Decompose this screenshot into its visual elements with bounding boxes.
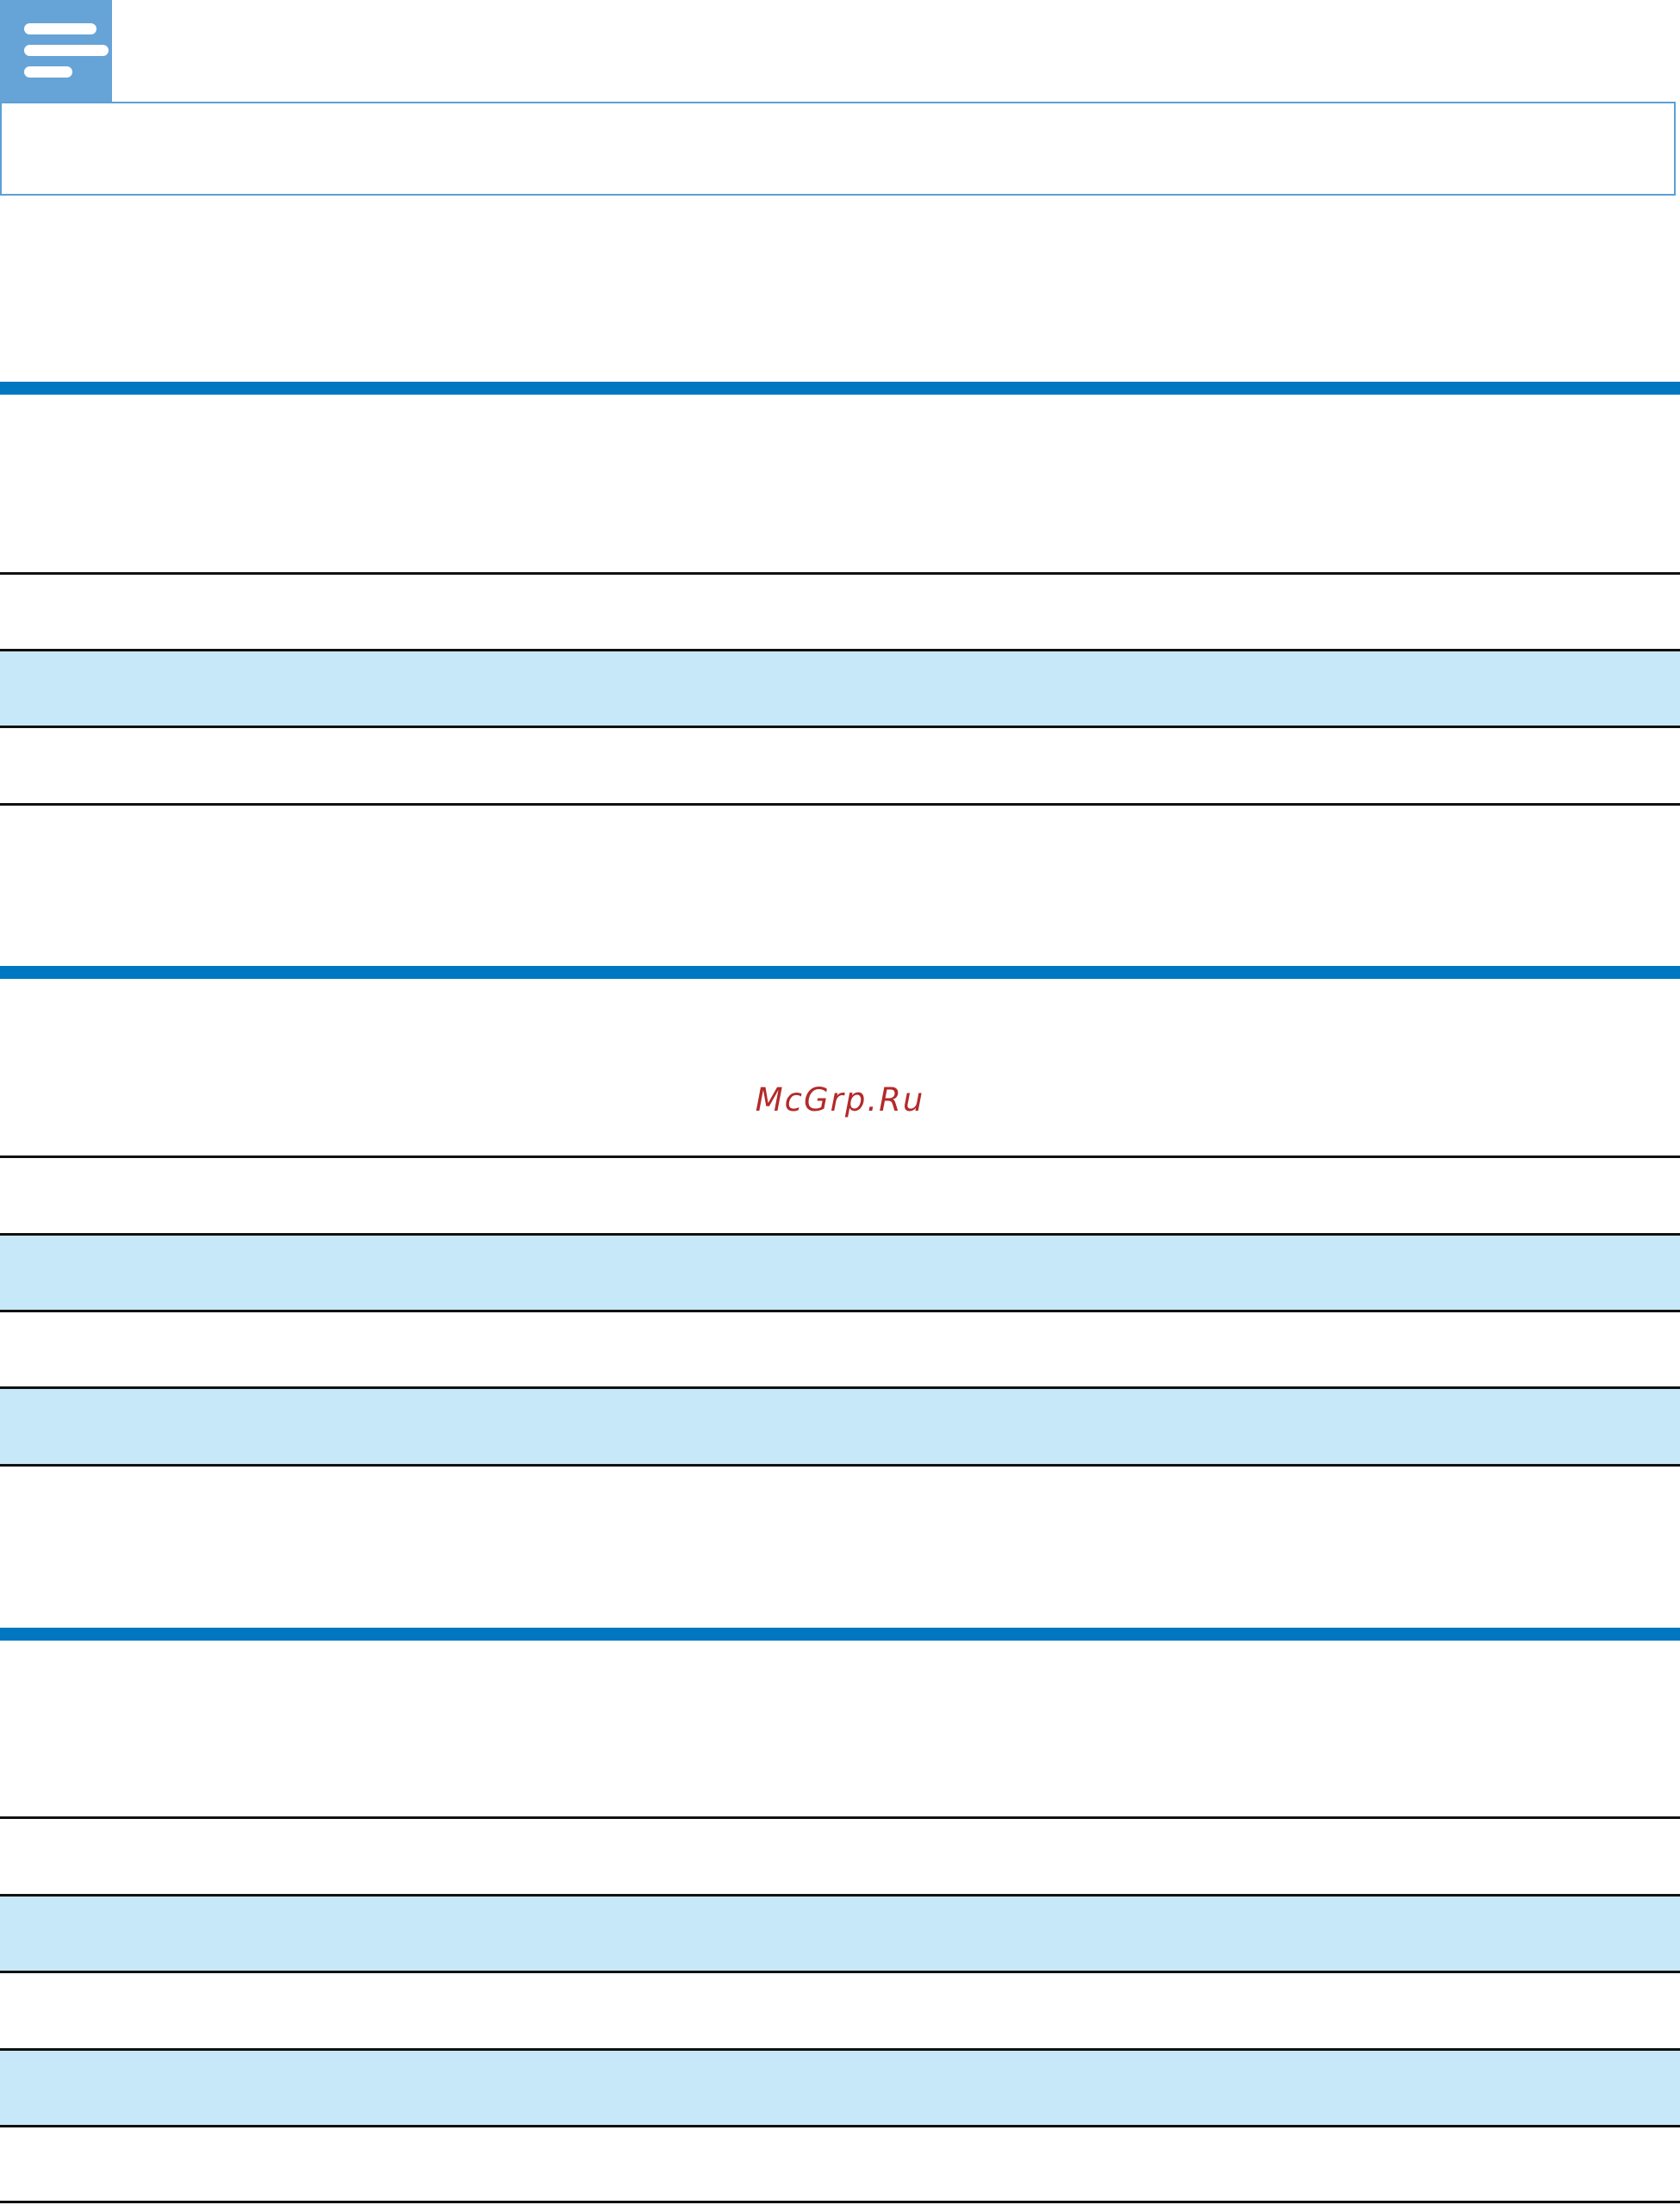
table-row-shaded bbox=[0, 1387, 1680, 1465]
note-icon bbox=[24, 23, 109, 78]
watermark: McGrp.Ru bbox=[755, 1081, 925, 1118]
table-row-line bbox=[0, 1816, 1680, 1819]
table-row-line bbox=[0, 1233, 1680, 1236]
table-row-shaded bbox=[0, 2049, 1680, 2127]
table-row-shaded bbox=[0, 1895, 1680, 1972]
note-tab bbox=[0, 0, 112, 102]
table-row-line bbox=[0, 649, 1680, 651]
table-row-line bbox=[0, 726, 1680, 728]
table-row-shaded bbox=[0, 649, 1680, 726]
table-row-line bbox=[0, 2201, 1680, 2203]
table-row-shaded bbox=[0, 1234, 1680, 1311]
section-divider bbox=[0, 382, 1680, 395]
table-row-line bbox=[0, 1155, 1680, 1158]
table-row-line bbox=[0, 803, 1680, 806]
table-row-line bbox=[0, 1310, 1680, 1312]
section-divider bbox=[0, 1628, 1680, 1641]
table-row-line bbox=[0, 1386, 1680, 1389]
section-divider bbox=[0, 966, 1680, 979]
table-row-line bbox=[0, 1894, 1680, 1897]
table-row-line bbox=[0, 2125, 1680, 2127]
table-row-line bbox=[0, 1464, 1680, 1467]
table-row-line bbox=[0, 2048, 1680, 2051]
note-box bbox=[0, 102, 1676, 196]
table-row-line bbox=[0, 1971, 1680, 1973]
table-row-line bbox=[0, 572, 1680, 575]
